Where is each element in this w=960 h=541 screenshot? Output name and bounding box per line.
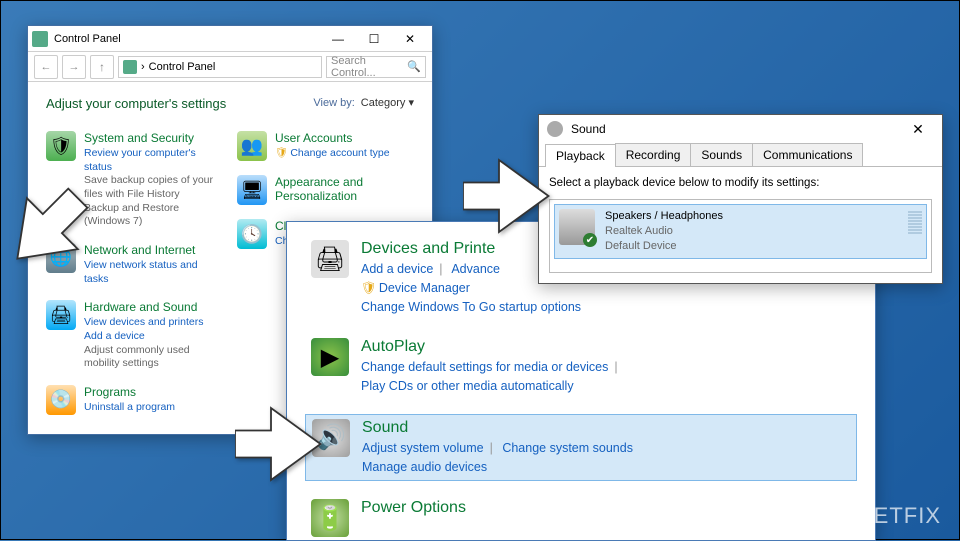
devices-printers-icon: 🖨 xyxy=(311,240,349,278)
link-view-devices[interactable]: View devices and printers xyxy=(84,315,223,329)
programs-icon: 💿 xyxy=(46,385,76,415)
tab-sounds[interactable]: Sounds xyxy=(690,143,753,166)
address-icon xyxy=(123,60,137,74)
close-button[interactable]: ✕ xyxy=(392,27,428,51)
link-file-history[interactable]: Save backup copies of your files with Fi… xyxy=(84,174,223,201)
nav-back-button[interactable]: ← xyxy=(34,55,58,79)
view-by[interactable]: View by: Category ▾ xyxy=(313,96,414,109)
sound-tabs: Playback Recording Sounds Communications xyxy=(539,143,942,167)
link-network-status[interactable]: View network status and tasks xyxy=(84,258,223,286)
system-security-icon: 🛡 xyxy=(46,131,76,161)
link-adjust-volume[interactable]: Adjust system volume xyxy=(362,441,484,455)
search-icon: 🔍 xyxy=(407,60,421,73)
link-windows-to-go[interactable]: Change Windows To Go startup options xyxy=(361,300,581,314)
sound-title: Sound xyxy=(571,122,902,136)
level-meter-icon xyxy=(908,209,922,254)
category-power-options[interactable]: 🔋 Power Options xyxy=(305,495,857,541)
arrow-step-1-icon xyxy=(1,185,91,275)
appearance-icon: 🖥 xyxy=(237,175,267,205)
device-speakers-headphones[interactable]: Speakers / Headphones Realtek Audio Defa… xyxy=(554,204,927,259)
link-backup-restore[interactable]: Backup and Restore (Windows 7) xyxy=(84,202,223,229)
control-panel-icon xyxy=(32,31,48,47)
titlebar: Control Panel — ☐ ✕ xyxy=(28,26,432,52)
link-advanced[interactable]: Advance xyxy=(451,262,500,276)
power-icon: 🔋 xyxy=(311,499,349,537)
arrow-step-2-icon xyxy=(235,399,325,489)
sound-dialog-icon xyxy=(547,121,563,137)
link-change-account: 🛡Change account type xyxy=(275,146,390,160)
category-autoplay[interactable]: ▶ AutoPlay Change default settings for m… xyxy=(305,334,857,400)
link-mobility[interactable]: Adjust commonly used mobility settings xyxy=(84,344,223,371)
link-manage-audio[interactable]: Manage audio devices xyxy=(362,460,487,474)
shield-icon: 🛡 xyxy=(275,147,288,159)
toolbar: ← → ↑ › Control Panel Search Control... … xyxy=(28,52,432,82)
category-user-accounts[interactable]: 👥 User Accounts 🛡Change account type xyxy=(237,131,414,161)
tab-communications[interactable]: Communications xyxy=(752,143,863,166)
sound-instruction: Select a playback device below to modify… xyxy=(549,177,932,189)
search-placeholder: Search Control... xyxy=(331,55,403,79)
device-name: Speakers / Headphones xyxy=(605,209,898,224)
tab-playback[interactable]: Playback xyxy=(545,144,616,167)
address-text: Control Panel xyxy=(149,61,216,73)
link-add-device-cp[interactable]: Add a device xyxy=(84,329,223,343)
address-bar[interactable]: › Control Panel xyxy=(118,56,322,78)
autoplay-icon: ▶ xyxy=(311,338,349,376)
category-programs[interactable]: 💿 Programs Uninstall a program xyxy=(46,385,223,415)
category-appearance[interactable]: 🖥 Appearance and Personalization xyxy=(237,175,414,205)
playback-device-list: Speakers / Headphones Realtek Audio Defa… xyxy=(549,199,932,273)
device-status: Default Device xyxy=(605,239,898,254)
link-add-device[interactable]: Add a device xyxy=(361,262,433,276)
link-uninstall[interactable]: Uninstall a program xyxy=(84,400,175,414)
category-sound[interactable]: 🔊 Sound Adjust system volume| Change sys… xyxy=(305,414,857,482)
clock-icon: 🕓 xyxy=(237,219,267,249)
device-driver: Realtek Audio xyxy=(605,224,898,239)
sound-titlebar: Sound ✕ xyxy=(539,115,942,143)
sound-dialog: Sound ✕ Playback Recording Sounds Commun… xyxy=(538,114,943,284)
shield-icon: 🛡 xyxy=(361,281,377,295)
nav-forward-button[interactable]: → xyxy=(62,55,86,79)
category-hardware-sound[interactable]: 🖨 Hardware and Sound View devices and pr… xyxy=(46,300,223,371)
tab-recording[interactable]: Recording xyxy=(615,143,692,166)
link-change-sounds[interactable]: Change system sounds xyxy=(502,441,633,455)
link-change-defaults[interactable]: Change default settings for media or dev… xyxy=(361,360,608,374)
nav-up-button[interactable]: ↑ xyxy=(90,55,114,79)
watermark: UGETFIX xyxy=(839,503,941,529)
window-title: Control Panel xyxy=(54,33,320,45)
user-accounts-icon: 👥 xyxy=(237,131,267,161)
search-box[interactable]: Search Control... 🔍 xyxy=(326,56,426,78)
arrow-step-3-icon xyxy=(463,151,553,241)
hardware-sound-icon: 🖨 xyxy=(46,300,76,330)
link-review-status[interactable]: Review your computer's status xyxy=(84,146,223,174)
minimize-button[interactable]: — xyxy=(320,27,356,51)
speaker-icon xyxy=(559,209,595,245)
link-play-cds[interactable]: Play CDs or other media automatically xyxy=(361,379,574,393)
maximize-button[interactable]: ☐ xyxy=(356,27,392,51)
sound-close-button[interactable]: ✕ xyxy=(902,121,934,138)
view-by-dropdown[interactable]: Category ▾ xyxy=(361,96,414,109)
link-device-manager[interactable]: Device Manager xyxy=(379,281,470,295)
